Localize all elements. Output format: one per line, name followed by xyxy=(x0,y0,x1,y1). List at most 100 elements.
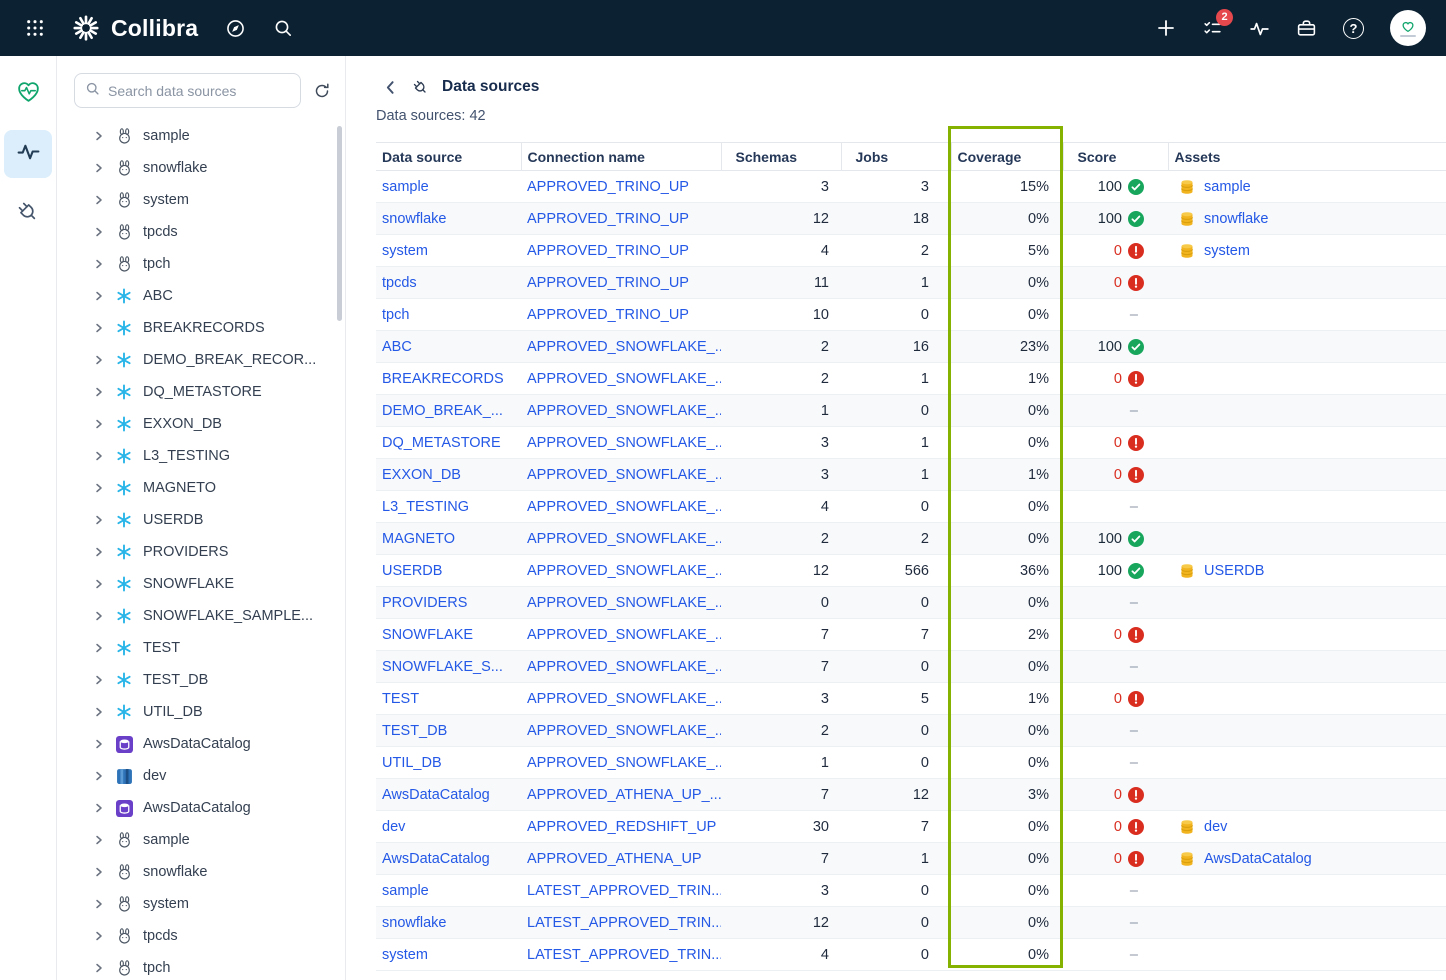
connection-link[interactable]: APPROVED_TRINO_UP xyxy=(527,275,689,291)
connection-link[interactable]: APPROVED_SNOWFLAKE_... xyxy=(527,403,721,419)
sidebar-source-item[interactable]: AwsDataCatalog xyxy=(57,728,345,760)
chevron-right-icon[interactable] xyxy=(93,578,105,590)
data-source-link[interactable]: BREAKRECORDS xyxy=(382,371,504,387)
data-source-link[interactable]: TEST xyxy=(382,691,419,707)
data-source-link[interactable]: L3_TESTING xyxy=(382,499,469,515)
chevron-right-icon[interactable] xyxy=(93,354,105,366)
back-button[interactable] xyxy=(382,79,399,96)
data-source-link[interactable]: tpcds xyxy=(382,275,417,291)
chevron-right-icon[interactable] xyxy=(93,866,105,878)
connection-link[interactable]: APPROVED_SNOWFLAKE_... xyxy=(527,435,721,451)
data-source-link[interactable]: dev xyxy=(382,819,405,835)
sidebar-source-item[interactable]: tpch xyxy=(57,248,345,280)
data-source-link[interactable]: USERDB xyxy=(382,563,442,579)
sidebar-source-item[interactable]: SNOWFLAKE_SAMPLE... xyxy=(57,600,345,632)
column-header-jobs[interactable]: Jobs xyxy=(841,143,951,171)
data-source-link[interactable]: DEMO_BREAK_... xyxy=(382,403,503,419)
chevron-right-icon[interactable] xyxy=(93,930,105,942)
data-source-link[interactable]: tpch xyxy=(382,307,409,323)
column-header-schemas[interactable]: Schemas xyxy=(721,143,841,171)
chevron-right-icon[interactable] xyxy=(93,322,105,334)
sidebar-source-item[interactable]: DEMO_BREAK_RECOR... xyxy=(57,344,345,376)
sidebar-source-item[interactable]: dev xyxy=(57,760,345,792)
column-header-score[interactable]: Score xyxy=(1063,143,1168,171)
connection-link[interactable]: APPROVED_SNOWFLAKE_... xyxy=(527,755,721,771)
connection-link[interactable]: APPROVED_SNOWFLAKE_... xyxy=(527,339,721,355)
connection-link[interactable]: LATEST_APPROVED_TRIN... xyxy=(527,883,721,899)
data-source-link[interactable]: ABC xyxy=(382,339,412,355)
data-source-link[interactable]: snowflake xyxy=(382,915,446,931)
chevron-right-icon[interactable] xyxy=(93,290,105,302)
sidebar-source-item[interactable]: PROVIDERS xyxy=(57,536,345,568)
connection-link[interactable]: APPROVED_TRINO_UP xyxy=(527,179,689,195)
sidebar-source-item[interactable]: tpcds xyxy=(57,216,345,248)
chevron-right-icon[interactable] xyxy=(93,642,105,654)
column-header-connection-name[interactable]: Connection name xyxy=(521,143,721,171)
sidebar-source-item[interactable]: DQ_METASTORE xyxy=(57,376,345,408)
connection-link[interactable]: APPROVED_ATHENA_UP xyxy=(527,851,702,867)
chevron-right-icon[interactable] xyxy=(93,130,105,142)
data-source-link[interactable]: SNOWFLAKE_S... xyxy=(382,659,503,675)
connection-link[interactable]: LATEST_APPROVED_TRIN... xyxy=(527,915,721,931)
chevron-right-icon[interactable] xyxy=(93,802,105,814)
data-source-link[interactable]: TEST_DB xyxy=(382,723,447,739)
add-icon[interactable] xyxy=(1156,18,1176,38)
tasks-icon[interactable]: 2 xyxy=(1202,18,1223,39)
data-source-link[interactable]: system xyxy=(382,243,428,259)
asset-link[interactable]: sample xyxy=(1204,179,1251,195)
chevron-right-icon[interactable] xyxy=(93,514,105,526)
column-header-data-source[interactable]: Data source xyxy=(376,143,521,171)
rail-item-activity[interactable] xyxy=(4,130,52,178)
data-source-link[interactable]: UTIL_DB xyxy=(382,755,442,771)
user-avatar[interactable] xyxy=(1390,10,1426,46)
asset-link[interactable]: dev xyxy=(1204,819,1227,835)
connection-link[interactable]: APPROVED_TRINO_UP xyxy=(527,307,689,323)
chevron-right-icon[interactable] xyxy=(93,834,105,846)
help-icon[interactable]: ? xyxy=(1343,18,1364,39)
sidebar-source-item[interactable]: UTIL_DB xyxy=(57,696,345,728)
collibra-brand[interactable]: Collibra xyxy=(71,13,198,43)
rail-item-data-quality[interactable] xyxy=(4,70,52,118)
data-source-link[interactable]: SNOWFLAKE xyxy=(382,627,473,643)
sidebar-source-item[interactable]: L3_TESTING xyxy=(57,440,345,472)
sidebar-source-item[interactable]: system xyxy=(57,888,345,920)
chevron-right-icon[interactable] xyxy=(93,418,105,430)
sidebar-source-item[interactable]: system xyxy=(57,184,345,216)
connection-link[interactable]: APPROVED_SNOWFLAKE_... xyxy=(527,563,721,579)
data-source-link[interactable]: AwsDataCatalog xyxy=(382,851,490,867)
data-source-link[interactable]: sample xyxy=(382,883,429,899)
chevron-right-icon[interactable] xyxy=(93,610,105,622)
connection-link[interactable]: APPROVED_SNOWFLAKE_... xyxy=(527,627,721,643)
chevron-right-icon[interactable] xyxy=(93,738,105,750)
data-source-link[interactable]: EXXON_DB xyxy=(382,467,461,483)
asset-link[interactable]: system xyxy=(1204,243,1250,259)
data-source-link[interactable]: PROVIDERS xyxy=(382,595,467,611)
connection-link[interactable]: APPROVED_SNOWFLAKE_... xyxy=(527,499,721,515)
sidebar-scrollbar[interactable] xyxy=(337,126,342,321)
connection-link[interactable]: APPROVED_SNOWFLAKE_... xyxy=(527,371,721,387)
chevron-right-icon[interactable] xyxy=(93,674,105,686)
connection-link[interactable]: APPROVED_ATHENA_UP_... xyxy=(527,787,721,803)
toolbox-icon[interactable] xyxy=(1296,18,1317,39)
sidebar-source-item[interactable]: SNOWFLAKE xyxy=(57,568,345,600)
column-header-coverage[interactable]: Coverage xyxy=(951,143,1063,171)
sidebar-source-item[interactable]: TEST xyxy=(57,632,345,664)
chevron-right-icon[interactable] xyxy=(93,194,105,206)
column-header-assets[interactable]: Assets xyxy=(1168,143,1446,171)
connection-link[interactable]: APPROVED_SNOWFLAKE_... xyxy=(527,531,721,547)
chevron-right-icon[interactable] xyxy=(93,482,105,494)
chevron-right-icon[interactable] xyxy=(93,770,105,782)
activity-icon[interactable] xyxy=(1249,18,1270,39)
sidebar-source-item[interactable]: sample xyxy=(57,120,345,152)
chevron-right-icon[interactable] xyxy=(93,898,105,910)
connection-link[interactable]: APPROVED_REDSHIFT_UP xyxy=(527,819,716,835)
connection-link[interactable]: APPROVED_SNOWFLAKE_... xyxy=(527,467,721,483)
sidebar-source-item[interactable]: snowflake xyxy=(57,152,345,184)
search-icon[interactable] xyxy=(273,18,293,38)
sidebar-source-item[interactable]: BREAKRECORDS xyxy=(57,312,345,344)
sidebar-source-item[interactable]: tpch xyxy=(57,952,345,980)
connection-link[interactable]: APPROVED_SNOWFLAKE_... xyxy=(527,691,721,707)
data-source-link[interactable]: MAGNETO xyxy=(382,531,455,547)
compass-icon[interactable] xyxy=(225,18,246,39)
app-grid-icon[interactable] xyxy=(26,19,44,37)
